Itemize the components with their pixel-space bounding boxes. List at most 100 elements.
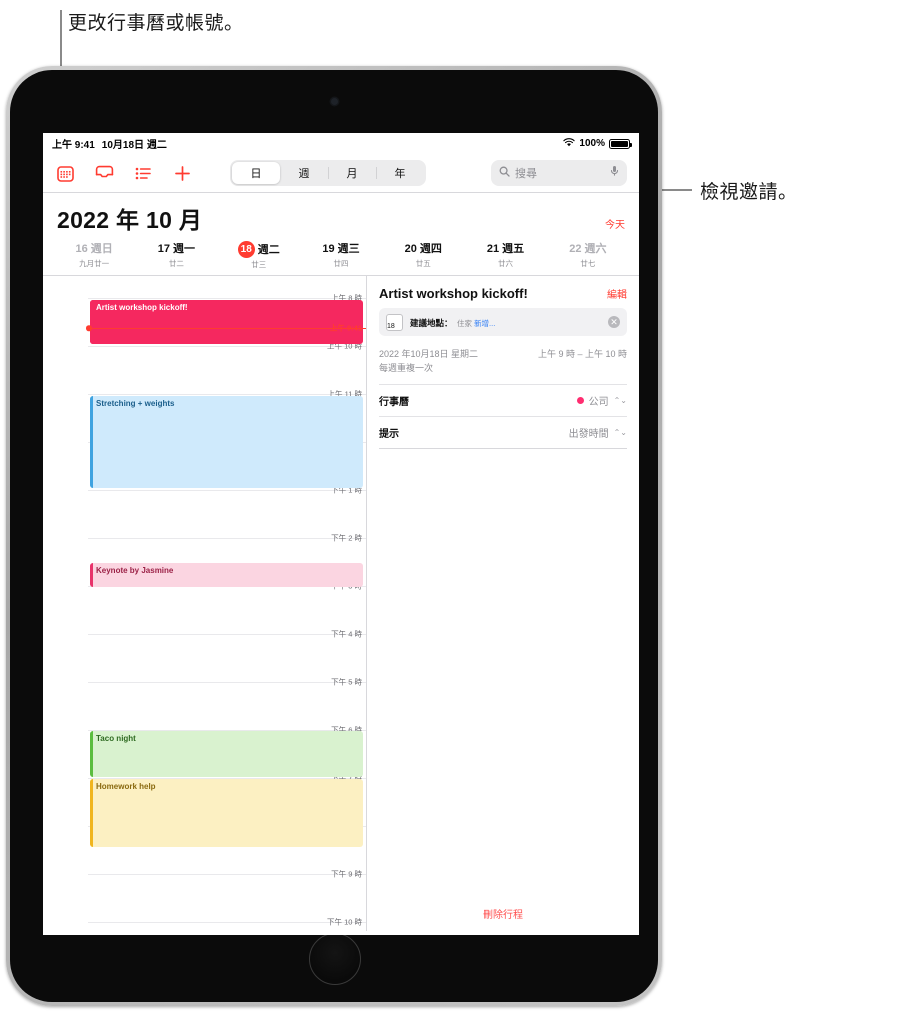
suggestion-place: 住家 [456, 319, 472, 328]
search-placeholder: 搜尋 [515, 168, 537, 180]
day-number: 20 [404, 243, 417, 255]
event-time: 上午 9 時 – 上午 10 時 [537, 349, 627, 359]
app-toolbar: 日 週 月 年 搜尋 [43, 154, 639, 192]
edit-button[interactable]: 編輯 [607, 286, 627, 301]
day-lunar: 廿二 [168, 259, 184, 268]
hour-gridline [88, 538, 366, 539]
hour-gridline [88, 298, 366, 299]
hour-label: 下午 9 時 [331, 869, 362, 879]
device-bezel: 上午 9:41 10月18日 週二 100% 日 週 月 年 搜尋 2022 年… [10, 70, 658, 1002]
page-title: 2022 年 10 月 [57, 207, 203, 233]
segment-day[interactable]: 日 [232, 162, 280, 184]
day-weekday: 週二 [257, 243, 280, 256]
home-button[interactable] [309, 933, 361, 985]
calendars-icon[interactable] [55, 163, 75, 183]
day-number: 19 [322, 243, 335, 255]
chevron-updown-icon[interactable]: ⌃⌄ [614, 396, 627, 405]
hour-label: 下午 4 時 [331, 629, 362, 639]
event-when: 2022 年10月18日 星期二 上午 9 時 – 上午 10 時 每週重複一次 [379, 347, 627, 375]
add-icon[interactable] [172, 163, 192, 183]
current-time-label: 上午 9:41 [329, 323, 362, 333]
day-lunar: 廿五 [415, 259, 431, 268]
alert-value: 出發時間 [568, 429, 609, 440]
microphone-icon[interactable] [610, 164, 619, 182]
hour-gridline [88, 874, 366, 875]
hour-gridline [88, 394, 366, 395]
hour-gridline [88, 682, 366, 683]
location-suggestion-card[interactable]: 18 建議地點： 住家 新增... ✕ [379, 308, 627, 336]
detail-header: Artist workshop kickoff! 編輯 [379, 286, 627, 301]
day-number-badge: 18 [237, 241, 255, 258]
day-weekday: 週三 [337, 243, 360, 255]
day-lunar: 廿三 [251, 260, 267, 269]
chevron-updown-icon[interactable]: ⌃⌄ [614, 428, 627, 437]
hour-gridline [88, 346, 366, 347]
inbox-icon[interactable] [94, 163, 114, 183]
month-bar: 2022 年 10 月 今天 [43, 193, 639, 238]
battery-icon [609, 138, 632, 149]
calendar-event[interactable]: Artist workshop kickoff! [90, 300, 363, 344]
event-title: Stretching + weights [96, 399, 175, 408]
hour-gridline [88, 922, 366, 923]
suggestion-label: 建議地點： [410, 318, 453, 328]
segment-year[interactable]: 年 [376, 162, 424, 184]
segment-month[interactable]: 月 [328, 162, 376, 184]
day-weekday: 週一 [173, 243, 196, 255]
timeline-grid[interactable]: 上午 8 時上午 10 時上午 11 時中午下午 1 時下午 2 時下午 3 時… [43, 276, 367, 931]
hour-label: 下午 2 時 [331, 533, 362, 543]
day-weekday: 週五 [502, 243, 525, 255]
day-lunar: 廿四 [333, 259, 349, 268]
event-color-bar [90, 563, 93, 587]
hour-label: 下午 5 時 [331, 677, 362, 687]
day-view-content: 上午 8 時上午 10 時上午 11 時中午下午 1 時下午 2 時下午 3 時… [43, 276, 639, 931]
suggestion-add-link[interactable]: 新增... [474, 319, 495, 328]
mini-calendar-icon: 18 [386, 313, 403, 331]
day-number: 17 [157, 243, 171, 255]
battery-percent: 100% [579, 138, 605, 149]
event-date: 2022 年10月18日 星期二 [379, 349, 479, 359]
event-title: Keynote by Jasmine [96, 566, 174, 575]
search-field[interactable]: 搜尋 [491, 160, 627, 186]
status-date: 10月18日 週二 [101, 140, 167, 151]
calendar-color-dot [576, 397, 584, 404]
event-color-bar [90, 779, 93, 847]
callout-view-invites: 檢視邀請。 [700, 182, 798, 203]
day-header-21[interactable]: 21 週五 廿六 [464, 241, 546, 270]
front-camera [330, 98, 338, 105]
today-button[interactable]: 今天 [605, 216, 625, 231]
day-weekday: 週四 [419, 243, 442, 255]
day-header-16[interactable]: 16 週日 九月廿一 [53, 241, 135, 270]
segment-week[interactable]: 週 [280, 162, 328, 184]
wifi-icon [563, 137, 576, 150]
calendar-event[interactable]: Keynote by Jasmine [90, 563, 363, 587]
status-time: 上午 9:41 [52, 140, 95, 151]
list-icon[interactable] [133, 163, 153, 183]
delete-event-button[interactable]: 刪除行程 [367, 906, 639, 921]
detail-row-alert[interactable]: 提示 出發時間 ⌃⌄ [379, 416, 627, 448]
detail-row-calendar[interactable]: 行事曆 公司 ⌃⌄ [379, 384, 627, 416]
suggestion-value: 住家 新增... [457, 319, 495, 328]
view-segmented-control[interactable]: 日 週 月 年 [230, 160, 426, 186]
day-header-20[interactable]: 20 週四 廿五 [382, 241, 464, 270]
event-color-bar [90, 731, 93, 777]
calendar-event[interactable]: Homework help [90, 779, 363, 847]
day-lunar: 廿七 [580, 259, 596, 268]
current-time-dot [86, 325, 92, 331]
current-time-line [88, 328, 366, 330]
week-day-header: 16 週日 九月廿一 17 週一 廿二 18 週二 廿三 19 週三 廿四 20 週四 [43, 238, 639, 275]
day-number: 21 [486, 243, 500, 255]
close-icon[interactable]: ✕ [608, 316, 620, 328]
hour-label: 下午 10 時 [326, 917, 362, 927]
day-header-18-selected[interactable]: 18 週二 廿三 [218, 241, 300, 270]
day-header-19[interactable]: 19 週三 廿四 [300, 241, 382, 270]
event-title: Artist workshop kickoff! [379, 286, 528, 301]
calendar-event[interactable]: Stretching + weights [90, 396, 363, 488]
day-number: 16 [75, 243, 88, 255]
event-color-bar [90, 396, 93, 488]
day-header-17[interactable]: 17 週一 廿二 [135, 241, 217, 270]
event-color-bar [90, 300, 93, 344]
day-header-22[interactable]: 22 週六 廿七 [547, 241, 629, 270]
calendar-event[interactable]: Taco night [90, 731, 363, 777]
day-lunar: 九月廿一 [79, 259, 110, 268]
detail-bottom-divider [379, 448, 627, 449]
